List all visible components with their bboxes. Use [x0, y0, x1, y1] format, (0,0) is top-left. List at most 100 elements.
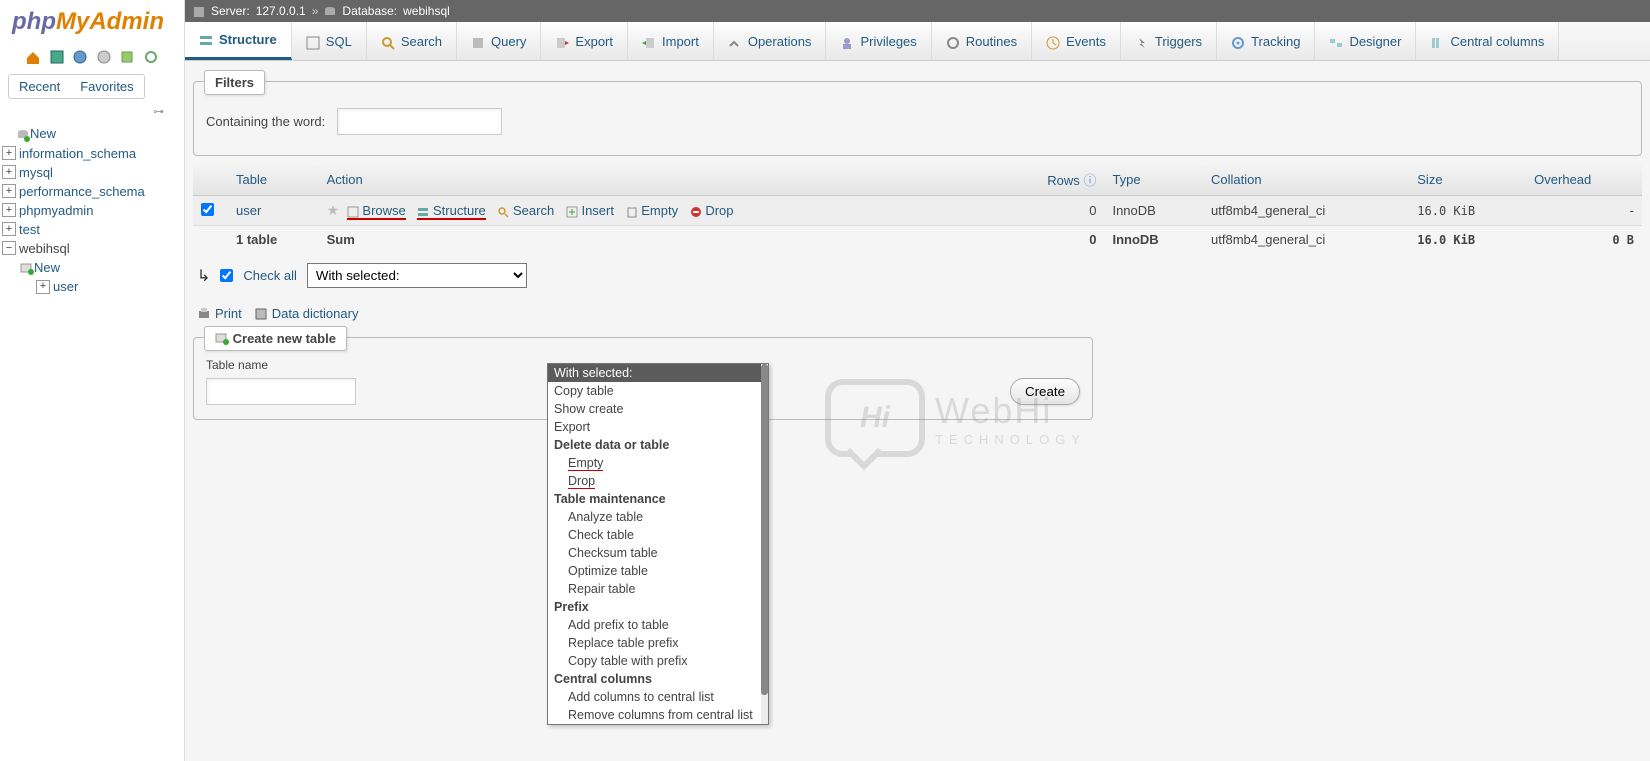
col-collation[interactable]: Collation: [1203, 164, 1409, 196]
sidebar-toolbar: [0, 44, 184, 70]
check-all-label[interactable]: Check all: [243, 268, 296, 283]
nav-collapse-icon[interactable]: ⊶: [0, 103, 184, 120]
col-overhead[interactable]: Overhead: [1526, 164, 1642, 196]
print-link[interactable]: Print: [197, 306, 242, 321]
action-drop[interactable]: Drop: [690, 203, 734, 218]
action-insert[interactable]: Insert: [566, 203, 614, 218]
tab-operations[interactable]: Operations: [714, 22, 827, 60]
dd-remove-central[interactable]: Remove columns from central list: [548, 706, 768, 724]
server-link[interactable]: 127.0.0.1: [256, 4, 306, 18]
dd-check[interactable]: Check table: [548, 526, 768, 544]
tree-db[interactable]: +mysql: [2, 163, 182, 182]
docs-icon[interactable]: [72, 48, 88, 64]
expand-icon[interactable]: +: [2, 146, 16, 160]
tree-table[interactable]: +user: [2, 277, 182, 296]
dd-repair[interactable]: Repair table: [548, 580, 768, 598]
tree-db-label: information_schema: [19, 146, 136, 161]
tab-triggers[interactable]: Triggers: [1121, 22, 1217, 60]
col-rows[interactable]: Rows ⓘ: [1001, 164, 1104, 196]
expand-icon[interactable]: +: [2, 184, 16, 198]
tab-tracking[interactable]: Tracking: [1217, 22, 1315, 60]
action-structure[interactable]: Structure: [417, 203, 485, 220]
tree-db[interactable]: +information_schema: [2, 144, 182, 163]
dd-group-maint: Table maintenance: [548, 490, 768, 508]
tree-db[interactable]: +performance_schema: [2, 182, 182, 201]
dd-checksum[interactable]: Checksum table: [548, 544, 768, 562]
expand-icon[interactable]: +: [2, 222, 16, 236]
reload-icon[interactable]: [143, 48, 159, 64]
tab-recent[interactable]: Recent: [9, 75, 70, 98]
designer-icon: [1329, 34, 1343, 48]
action-empty[interactable]: Empty: [626, 203, 678, 218]
expand-icon[interactable]: +: [2, 165, 16, 179]
action-browse[interactable]: Browse: [347, 203, 406, 220]
row-checkbox[interactable]: [201, 203, 214, 216]
dd-copy-table[interactable]: Copy table: [548, 382, 768, 400]
tree-new[interactable]: New: [2, 124, 182, 144]
dropdown-scrollbar[interactable]: [761, 364, 768, 724]
utility-links: Print Data dictionary: [193, 298, 1642, 329]
dd-add-prefix[interactable]: Add prefix to table: [548, 616, 768, 634]
tree-db[interactable]: +test: [2, 220, 182, 239]
tab-central-columns[interactable]: Central columns: [1416, 22, 1559, 60]
settings-icon[interactable]: [96, 48, 112, 64]
checkall-row: ↳ Check all With selected:: [193, 253, 1642, 298]
dd-drop[interactable]: Drop: [548, 472, 768, 490]
with-selected-dropdown[interactable]: With selected:: [307, 263, 527, 288]
collapse-icon[interactable]: −: [2, 241, 16, 255]
tab-import[interactable]: Import: [628, 22, 714, 60]
data-dictionary-link[interactable]: Data dictionary: [254, 306, 359, 321]
dd-add-central[interactable]: Add columns to central list: [548, 688, 768, 706]
check-all[interactable]: [220, 269, 233, 282]
logout-icon[interactable]: [49, 48, 65, 64]
theme-icon[interactable]: [119, 48, 135, 64]
table-name[interactable]: user: [236, 203, 261, 218]
tab-sql[interactable]: SQL: [292, 22, 367, 60]
action-search[interactable]: Search: [497, 203, 554, 218]
table-name-label: Table name: [206, 358, 356, 378]
tab-label: Tracking: [1251, 34, 1300, 49]
dd-copy-prefix[interactable]: Copy table with prefix: [548, 652, 768, 670]
table-name-input[interactable]: [206, 378, 356, 405]
dd-analyze[interactable]: Analyze table: [548, 508, 768, 526]
col-size[interactable]: Size: [1409, 164, 1526, 196]
summary-collation[interactable]: utf8mb4_general_ci: [1203, 226, 1409, 254]
favorite-icon[interactable]: ★: [327, 202, 340, 218]
tab-label: Search: [401, 34, 442, 49]
filter-input[interactable]: [337, 108, 502, 135]
col-type[interactable]: Type: [1104, 164, 1203, 196]
tab-privileges[interactable]: Privileges: [826, 22, 931, 60]
col-table[interactable]: Table: [228, 164, 319, 196]
db-link[interactable]: webihsql: [403, 4, 450, 18]
tab-label: Central columns: [1450, 34, 1544, 49]
tab-label: Events: [1066, 34, 1106, 49]
new-db-icon: [16, 126, 30, 142]
tree-db[interactable]: +phpmyadmin: [2, 201, 182, 220]
dd-optimize[interactable]: Optimize table: [548, 562, 768, 580]
tab-favorites[interactable]: Favorites: [70, 75, 143, 98]
logo[interactable]: phpMyAdmin: [0, 0, 184, 44]
tables-list: Table Action Rows ⓘ Type Collation Size …: [193, 164, 1642, 253]
tab-export[interactable]: Export: [541, 22, 628, 60]
tab-structure[interactable]: Structure: [185, 22, 292, 60]
help-icon[interactable]: ⓘ: [1083, 173, 1096, 188]
tab-search[interactable]: Search: [367, 22, 457, 60]
create-button[interactable]: Create: [1010, 378, 1080, 405]
expand-icon[interactable]: +: [36, 280, 50, 294]
dd-with-selected[interactable]: With selected:: [548, 364, 768, 382]
dd-show-create[interactable]: Show create: [548, 400, 768, 418]
tab-designer[interactable]: Designer: [1315, 22, 1416, 60]
tab-query[interactable]: Query: [457, 22, 541, 60]
tree-db-current[interactable]: −webihsql: [2, 239, 182, 258]
server-icon: [193, 4, 205, 18]
tree-table-label: user: [53, 279, 78, 294]
expand-icon[interactable]: +: [2, 203, 16, 217]
tab-label: Structure: [219, 32, 277, 47]
dd-replace-prefix[interactable]: Replace table prefix: [548, 634, 768, 652]
tree-new-table[interactable]: New: [2, 258, 182, 278]
tab-routines[interactable]: Routines: [932, 22, 1032, 60]
home-icon[interactable]: [25, 48, 41, 64]
tab-events[interactable]: Events: [1032, 22, 1121, 60]
dd-empty[interactable]: Empty: [548, 454, 768, 472]
dd-export[interactable]: Export: [548, 418, 768, 436]
